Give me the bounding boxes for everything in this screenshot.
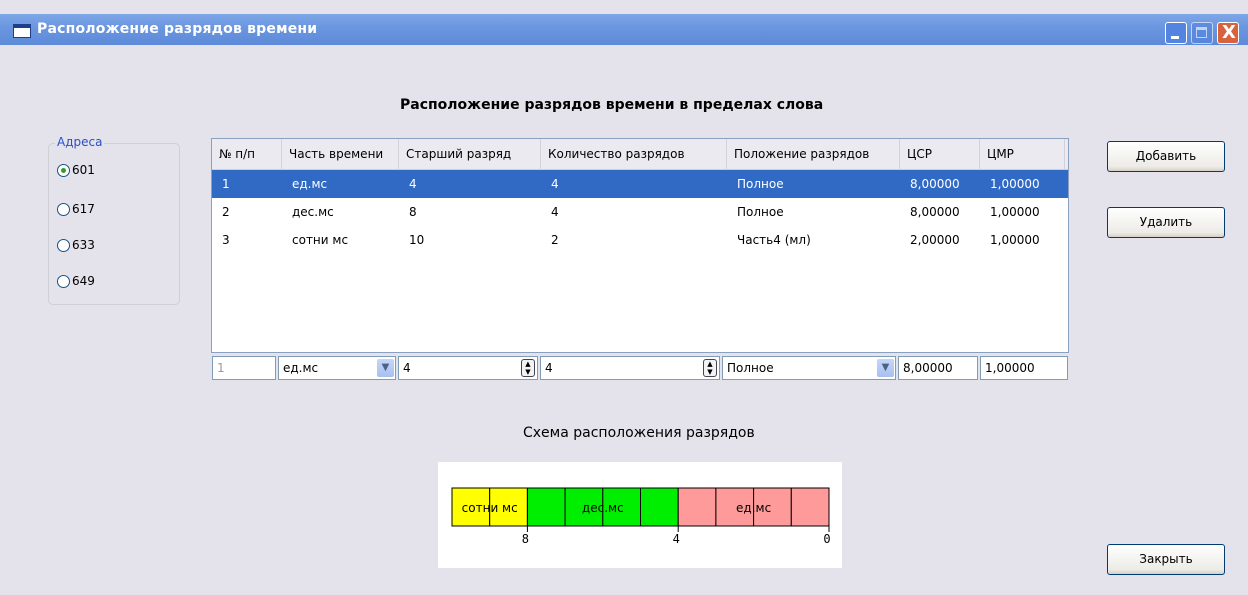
- column-header[interactable]: ЦМР: [980, 139, 1065, 169]
- column-header[interactable]: № п/п: [212, 139, 282, 169]
- table-cell: дес.мс: [292, 205, 334, 219]
- title-bar[interactable]: Расположение разрядов времени X: [0, 14, 1248, 45]
- column-header[interactable]: Часть времени: [282, 139, 399, 169]
- row-index-field: 1: [212, 356, 276, 380]
- table-cell: 1,00000: [990, 233, 1040, 247]
- address-radio-633[interactable]: 633: [57, 238, 95, 252]
- chevron-down-icon[interactable]: ▼: [877, 359, 894, 377]
- table-cell: Полное: [737, 205, 784, 219]
- radio-checked-icon[interactable]: [57, 163, 70, 177]
- table-cell: 8: [409, 205, 417, 219]
- scheme-tick-label: 8: [522, 532, 529, 546]
- table-cell: ед.мс: [292, 177, 328, 191]
- column-header[interactable]: Старший разряд: [399, 139, 541, 169]
- scheme-segment-label: дес.мс: [582, 501, 624, 515]
- table-cell: 3: [222, 233, 230, 247]
- table-cell: 4: [409, 177, 417, 191]
- scheme-bit-cell: [677, 487, 717, 527]
- csr-field[interactable]: 8,00000: [898, 356, 978, 380]
- table-row[interactable]: 3 сотни мс 10 2 Часть4 (мл) 2,00000 1,00000: [212, 226, 1068, 254]
- high-bit-value: 4: [403, 361, 411, 375]
- column-header[interactable]: Положение разрядов: [727, 139, 900, 169]
- table-cell: 1,00000: [990, 177, 1040, 191]
- table-row[interactable]: 1 ед.мс 4 4 Полное 8,00000 1,00000: [212, 170, 1068, 198]
- time-part-value: ед.мс: [283, 361, 319, 375]
- radio-icon[interactable]: [57, 202, 70, 216]
- table-row[interactable]: 2 дес.мс 8 4 Полное 8,00000 1,00000: [212, 198, 1068, 226]
- chevron-down-icon[interactable]: ▼: [377, 359, 394, 377]
- scheme-tick-label: 4: [673, 532, 680, 546]
- table-cell: сотни мс: [292, 233, 349, 247]
- address-radio-617[interactable]: 617: [57, 202, 95, 216]
- address-radio-649[interactable]: 649: [57, 274, 95, 288]
- add-button[interactable]: Добавить: [1107, 141, 1225, 172]
- scheme-segment-label: ед.мс: [736, 501, 771, 515]
- main-window: Расположение разрядов времени X Располож…: [0, 0, 1248, 595]
- bit-count-value: 4: [545, 361, 553, 375]
- high-bit-spinbox[interactable]: 4 ▲ ▼: [398, 356, 538, 380]
- window-title: Расположение разрядов времени: [37, 21, 318, 37]
- table-cell: 2: [222, 205, 230, 219]
- radio-label: 601: [72, 163, 95, 177]
- table-cell: 2: [551, 233, 559, 247]
- table-cell: Полное: [737, 177, 784, 191]
- column-header[interactable]: ЦСР: [900, 139, 980, 169]
- radio-label: 617: [72, 202, 95, 216]
- bits-table[interactable]: № п/п Часть времени Старший разряд Колич…: [211, 138, 1069, 353]
- radio-icon[interactable]: [57, 274, 70, 288]
- table-cell: 8,00000: [910, 177, 960, 191]
- page-heading: Расположение разрядов времени в пределах…: [400, 97, 824, 113]
- table-cell: Часть4 (мл): [737, 233, 811, 247]
- table-cell: 1: [222, 177, 230, 191]
- scheme-bit-cell: [640, 487, 679, 527]
- table-cell: 8,00000: [910, 205, 960, 219]
- close-button[interactable]: Закрыть: [1107, 544, 1225, 575]
- spin-arrows-icon[interactable]: ▲ ▼: [521, 359, 535, 377]
- addresses-group-title: Адреса: [55, 135, 105, 149]
- radio-label: 633: [72, 238, 95, 252]
- address-radio-601[interactable]: 601: [57, 163, 95, 177]
- scheme-label: Схема расположения разрядов: [523, 425, 755, 441]
- bits-scheme: сотни мс дес.мс ед.мс 8 4 0: [438, 462, 842, 568]
- window-icon: [13, 24, 31, 38]
- scheme-bit-cell: [790, 487, 830, 527]
- bit-count-spinbox[interactable]: 4 ▲ ▼: [540, 356, 720, 380]
- spin-arrows-icon[interactable]: ▲ ▼: [703, 359, 717, 377]
- delete-button[interactable]: Удалить: [1107, 207, 1225, 238]
- scheme-segment-label: сотни мс: [462, 501, 518, 515]
- bit-position-combo[interactable]: Полное ▼: [722, 356, 896, 380]
- column-header[interactable]: Количество разрядов: [541, 139, 727, 169]
- bits-scheme-diagram: сотни мс дес.мс ед.мс 8 4 0: [451, 487, 831, 546]
- scheme-tick-label: 0: [823, 532, 830, 546]
- minimize-button[interactable]: [1165, 22, 1187, 44]
- table-cell: 10: [409, 233, 425, 247]
- table-cell: 2,00000: [910, 233, 960, 247]
- cmr-field[interactable]: 1,00000: [980, 356, 1068, 380]
- radio-icon[interactable]: [57, 238, 70, 252]
- table-header: № п/п Часть времени Старший разряд Колич…: [212, 139, 1068, 170]
- radio-label: 649: [72, 274, 95, 288]
- bit-position-value: Полное: [727, 361, 774, 375]
- table-cell: 4: [551, 205, 559, 219]
- table-cell: 1,00000: [990, 205, 1040, 219]
- close-window-button[interactable]: X: [1217, 22, 1239, 44]
- maximize-button[interactable]: [1191, 22, 1213, 44]
- scheme-bit-cell: [526, 487, 566, 527]
- close-icon: X: [1222, 22, 1236, 43]
- table-cell: 4: [551, 177, 559, 191]
- time-part-combo[interactable]: ед.мс ▼: [278, 356, 396, 380]
